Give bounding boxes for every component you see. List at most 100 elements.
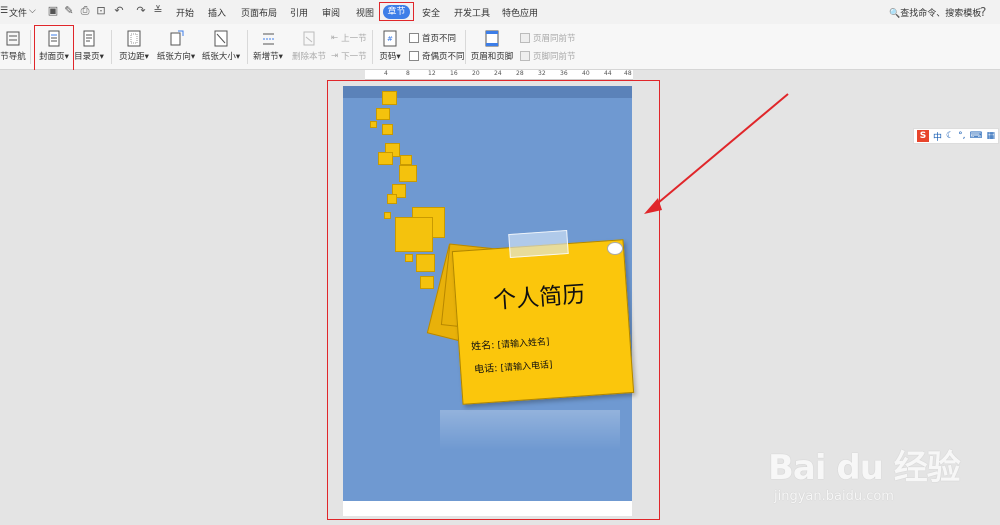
tab-special-features[interactable]: 特色应用 [502,6,538,19]
sogou-logo-icon[interactable]: S [917,130,929,142]
paper-size-label: 纸张大小 [201,52,236,62]
save-icon[interactable]: ▣ [47,5,59,17]
section-tab-highlight [379,2,414,21]
paper-size-icon [214,30,228,47]
tab-home[interactable]: 开始 [176,6,194,19]
format-painter-icon[interactable]: ✎ [63,5,75,17]
ribbon-divider [30,30,31,64]
help-button[interactable]: ? [980,5,986,19]
header-footer-label: 页眉和页脚 [470,52,514,62]
new-section-button[interactable]: 新增节▾ [251,30,285,62]
annotation-arrow-icon [644,93,789,214]
margins-label: 页边距 [119,52,145,62]
same-as-previous-header-checkbox[interactable]: 页眉同前节 [520,32,576,44]
toc-page-label: 目录页 [74,52,100,62]
toc-page-icon [83,30,95,47]
delete-section-button[interactable]: 删除本节 [290,30,328,62]
chevron-down-icon: ▾ [190,52,196,62]
page-number-button[interactable]: # 页码▾ [377,30,403,62]
redo-icon[interactable]: ↷ [135,5,147,17]
menu-bar: ☰ 文件 ⌵ ▣ ✎ ⎙ ⊡ ↶ ↷ ≚ 开始 插入 页面布局 引用 审阅 视图… [0,0,1000,24]
chevron-down-icon: ▾ [235,52,241,62]
section-nav-icon [6,31,20,46]
tab-security[interactable]: 安全 [422,6,440,19]
delete-section-label: 删除本节 [291,52,326,62]
settings-icon[interactable]: ▦ [986,131,995,141]
chevron-down-icon: ▾ [99,52,104,62]
page-number-label: 页码 [379,52,397,62]
first-page-different-checkbox[interactable]: 首页不同 [409,32,456,44]
svg-text:#: # [387,35,393,43]
tab-references[interactable]: 引用 [290,6,308,19]
chevron-down-icon: ▾ [144,52,149,62]
checkbox-icon [409,51,419,61]
checkbox-icon [409,33,419,43]
margins-button[interactable]: 页边距▾ [117,30,151,62]
header-footer-icon [485,30,499,47]
ruler-tick: 28 [516,70,524,77]
ruler-tick: 8 [406,70,410,77]
watermark-brand: Bai du 经验 [768,448,961,488]
file-dropdown-icon[interactable]: ⌵ [29,6,36,16]
checkbox-icon [520,51,530,61]
print-preview-icon[interactable]: ⊡ [95,5,107,17]
chevron-down-icon: ▾ [396,52,401,62]
delete-section-icon [303,31,315,46]
ruler-tick: 24 [494,70,502,77]
tab-view[interactable]: 视图 [356,6,374,19]
file-menu[interactable]: 文件 [9,6,27,19]
customize-toolbar-icon[interactable]: ≚ [152,5,164,17]
ruler-tick: 4 [384,70,388,77]
tab-developer[interactable]: 开发工具 [454,6,490,19]
odd-even-different-label: 奇偶页不同 [422,52,465,62]
first-page-different-label: 首页不同 [422,34,457,44]
section-nav-label: 节导航 [0,52,26,62]
tab-insert[interactable]: 插入 [208,6,226,19]
keyboard-icon[interactable]: ⌨ [969,131,982,141]
chevron-down-icon: ▾ [278,52,283,62]
ribbon-divider [111,30,112,64]
next-section-button[interactable]: ⇥ 下一节 [331,50,367,62]
same-as-previous-header-label: 页眉同前节 [533,34,576,44]
ruler-tick: 12 [428,70,436,77]
moon-icon[interactable]: ☾ [946,131,954,141]
ribbon-divider [465,30,466,64]
undo-icon[interactable]: ↶ [113,5,125,17]
ruler-tick: 44 [604,70,612,77]
next-section-label: 下一节 [341,52,367,62]
toc-page-button[interactable]: 目录页▾ [74,30,104,62]
prev-section-label: 上一节 [341,34,367,44]
new-section-icon [263,33,274,45]
search-icon: 🔍 [889,9,901,19]
horizontal-ruler[interactable]: 4 8 12 16 20 24 28 32 36 40 44 48 [365,70,633,80]
print-icon[interactable]: ⎙ [79,5,91,17]
header-footer-button[interactable]: 页眉和页脚 [470,30,514,62]
orientation-icon [170,30,184,46]
tab-page-layout[interactable]: 页面布局 [241,6,277,19]
ruler-tick: 40 [582,70,590,77]
paper-size-button[interactable]: 纸张大小▾ [200,30,242,62]
page-highlight-frame [327,80,660,520]
same-as-previous-footer-checkbox[interactable]: 页脚同前节 [520,50,576,62]
ime-mode[interactable]: 中 [933,130,942,143]
command-search[interactable]: 🔍查找命令、搜索模板 [889,6,981,19]
ruler-tick: 36 [560,70,568,77]
odd-even-different-checkbox[interactable]: 奇偶页不同 [409,50,465,62]
checkbox-icon [520,33,530,43]
ribbon-divider [247,30,248,64]
ruler-tick: 32 [538,70,546,77]
same-as-previous-footer-label: 页脚同前节 [533,52,576,62]
prev-section-button[interactable]: ⇤ 上一节 [331,32,367,44]
ruler-tick: 48 [624,70,632,77]
ime-toolbar[interactable]: S 中 ☾ °, ⌨ ▦ [913,128,999,144]
tab-review[interactable]: 审阅 [322,6,340,19]
watermark-url: jingyan.baidu.com [774,489,894,504]
ribbon-divider [372,30,373,64]
app-menu-icon[interactable]: ☰ [0,6,8,16]
orientation-button[interactable]: 纸张方向▾ [155,30,197,62]
orientation-label: 纸张方向 [156,52,191,62]
new-section-label: 新增节 [253,52,279,62]
punctuation-icon[interactable]: °, [958,131,965,141]
next-section-icon: ⇥ [331,51,339,61]
section-nav-button[interactable]: 节导航 [0,30,26,62]
